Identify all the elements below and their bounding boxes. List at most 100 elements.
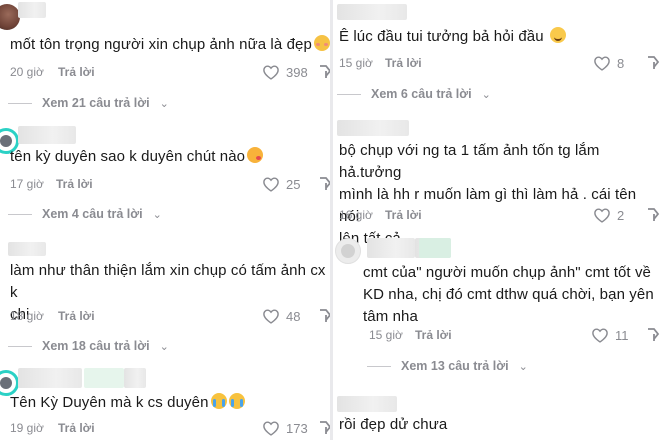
- share-arrow-icon[interactable]: [318, 64, 330, 80]
- comment-timestamp: 17 giờ: [10, 177, 44, 191]
- comment-text-line: làm như thân thiện lắm xin chụp có tấm ả…: [10, 262, 326, 301]
- view-replies-button[interactable]: Xem 13 câu trả lời ⌄: [367, 357, 528, 375]
- comment-timestamp: 20 giờ: [10, 65, 44, 79]
- comment-timestamp: 16 giờ: [339, 208, 373, 222]
- heart-outline-icon: [263, 309, 279, 324]
- comment-text: Tên Kỳ Duyên mà k cs duyên: [10, 392, 245, 414]
- chevron-down-icon: ⌄: [518, 360, 528, 373]
- chevron-down-icon: ⌄: [152, 208, 162, 221]
- chevron-down-icon: ⌄: [159, 97, 169, 110]
- comment-item: bộ chụp với ng ta 1 tấm ảnh tốn tg lắm h…: [333, 116, 660, 247]
- like-button[interactable]: 398: [262, 63, 308, 81]
- share-arrow-icon[interactable]: [646, 55, 660, 71]
- comment-item: rồi đẹp dử chưa: [333, 392, 660, 440]
- comment-timestamp: 18 giờ: [10, 309, 44, 323]
- crying-face-icon: [228, 393, 245, 409]
- like-button[interactable]: 8: [593, 54, 624, 72]
- comment-item: cmt của" người muốn chụp ảnh" cmt tốt về…: [333, 236, 660, 376]
- like-count: 48: [286, 308, 301, 324]
- like-button[interactable]: 173: [262, 419, 308, 437]
- comment-text: rồi đẹp dử chưa: [339, 416, 448, 433]
- divider-line: [8, 345, 32, 347]
- view-replies-button[interactable]: Xem 21 câu trả lời ⌄: [8, 94, 169, 112]
- share-arrow-icon[interactable]: [646, 207, 660, 223]
- divider-line: [8, 213, 32, 215]
- share-arrow-icon[interactable]: [318, 308, 330, 324]
- like-button[interactable]: 11: [591, 326, 629, 344]
- reply-button[interactable]: Trả lời: [385, 55, 422, 71]
- comment-text-content: Ê lúc đầu tui tưởng bả hỏi đầu: [339, 28, 544, 45]
- view-replies-button[interactable]: Xem 4 câu trả lời ⌄: [8, 205, 162, 223]
- comment-text-line: KD nha, chị đó cmt dthw quá chời, bạn yê…: [363, 286, 654, 303]
- comment-text: Ê lúc đầu tui tưởng bả hỏi đầu: [339, 26, 566, 48]
- share-arrow-icon[interactable]: [646, 327, 660, 343]
- like-count: 11: [615, 327, 629, 343]
- divider-line: [337, 93, 361, 95]
- like-count: 25: [286, 176, 301, 192]
- reply-button[interactable]: Trả lời: [58, 64, 95, 80]
- like-count: 173: [286, 420, 308, 436]
- comment-text-content: Tên Kỳ Duyên mà k cs duyên: [10, 394, 209, 411]
- heart-outline-icon: [594, 56, 610, 71]
- comment-text: mốt tôn trọng người xin chụp ảnh nữa là …: [10, 34, 330, 56]
- view-replies-button[interactable]: Xem 18 câu trả lời ⌄: [8, 337, 169, 355]
- like-button[interactable]: 2: [593, 206, 624, 224]
- blurred-username: [84, 368, 124, 388]
- view-replies-button[interactable]: Xem 6 câu trả lời ⌄: [337, 85, 491, 103]
- share-arrow-icon[interactable]: [318, 420, 330, 436]
- blurred-username: [18, 368, 82, 388]
- heart-outline-icon: [263, 65, 279, 80]
- heart-outline-icon: [594, 208, 610, 223]
- reply-button[interactable]: Trả lời: [385, 207, 422, 223]
- like-button[interactable]: 25: [262, 175, 300, 193]
- blurred-username: [8, 242, 46, 256]
- commenter-avatar[interactable]: [335, 238, 361, 264]
- view-replies-label: Xem 21 câu trả lời: [42, 96, 150, 110]
- comment-text: bộ chụp với ng ta 1 tấm ảnh tốn tg lắm h…: [339, 140, 659, 250]
- blurred-username: [337, 396, 397, 412]
- comment-text: cmt của" người muốn chụp ảnh" cmt tốt về…: [363, 262, 659, 328]
- reply-button[interactable]: Trả lời: [415, 327, 452, 343]
- crying-face-icon: [210, 393, 227, 409]
- grinning-face-icon: [549, 27, 566, 43]
- blurred-username: [367, 238, 415, 258]
- blurred-username: [419, 238, 451, 258]
- blurred-username: [337, 4, 407, 20]
- heart-outline-icon: [263, 177, 279, 192]
- comment-timestamp: 15 giờ: [369, 328, 403, 342]
- comment-text-content: tên kỳ duyên sao k duyên chút nào: [10, 148, 246, 165]
- left-comment-panel: mốt tôn trọng người xin chụp ảnh nữa là …: [0, 0, 330, 440]
- comment-timestamp: 19 giờ: [10, 421, 44, 435]
- comment-timestamp: 15 giờ: [339, 56, 373, 70]
- commenter-avatar[interactable]: [0, 4, 20, 30]
- kissing-face-icon: [247, 147, 264, 163]
- view-replies-label: Xem 18 câu trả lời: [42, 339, 150, 353]
- chevron-down-icon: ⌄: [159, 340, 169, 353]
- smiling-face-with-hearts-icon: [313, 35, 330, 51]
- blurred-username: [18, 126, 76, 144]
- comment-text: tên kỳ duyên sao k duyên chút nào: [10, 146, 264, 168]
- share-arrow-icon[interactable]: [318, 176, 330, 192]
- blurred-username: [337, 120, 409, 136]
- heart-outline-icon: [592, 328, 608, 343]
- comment-text-line: bộ chụp với ng ta 1 tấm ảnh tốn tg lắm h…: [339, 142, 600, 181]
- divider-line: [367, 365, 391, 367]
- comment-item: mốt tôn trọng người xin chụp ảnh nữa là …: [0, 0, 330, 112]
- blurred-username: [124, 368, 146, 388]
- view-replies-label: Xem 6 câu trả lời: [371, 87, 472, 101]
- reply-button[interactable]: Trả lời: [56, 176, 93, 192]
- view-replies-label: Xem 13 câu trả lời: [401, 359, 509, 373]
- comment-item: tên kỳ duyên sao k duyên chút nào 17 giờ…: [0, 124, 330, 228]
- blurred-username: [18, 2, 46, 18]
- comment-text-line: tâm nha: [363, 308, 418, 325]
- comment-item: Tên Kỳ Duyên mà k cs duyên 19 giờ Trả lờ…: [0, 368, 330, 440]
- like-count: 2: [617, 207, 625, 223]
- like-count: 398: [286, 64, 308, 80]
- like-button[interactable]: 48: [262, 307, 300, 325]
- reply-button[interactable]: Trả lời: [58, 308, 95, 324]
- view-replies-label: Xem 4 câu trả lời: [42, 207, 143, 221]
- comment-text-content: mốt tôn trọng người xin chụp ảnh nữa là …: [10, 36, 312, 53]
- reply-button[interactable]: Trả lời: [58, 420, 95, 436]
- right-comment-panel: Ê lúc đầu tui tưởng bả hỏi đầu 15 giờ Tr…: [333, 0, 660, 440]
- comment-item: Ê lúc đầu tui tưởng bả hỏi đầu 15 giờ Tr…: [333, 0, 660, 110]
